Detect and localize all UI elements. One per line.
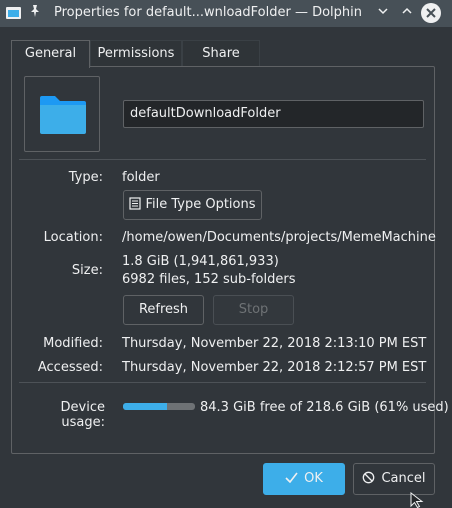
refresh-button[interactable]: Refresh	[123, 295, 204, 325]
accessed-value: Thursday, November 22, 2018 2:12:57 PM E…	[122, 360, 427, 375]
folder-name-input[interactable]: defaultDownloadFolder	[123, 100, 424, 128]
cancel-label: Cancel	[381, 471, 426, 486]
cancel-button[interactable]: Cancel	[353, 463, 435, 495]
stop-button[interactable]: Stop	[213, 295, 294, 325]
maximize-icon[interactable]	[397, 3, 417, 23]
location-value: /home/owen/Documents/projects/MemeMachin…	[122, 230, 436, 245]
tab-permissions[interactable]: Permissions	[90, 40, 182, 66]
separator	[19, 159, 426, 160]
pin-icon[interactable]	[29, 4, 41, 22]
device-usage-value: 84.3 GiB free of 218.6 GiB (61% used)	[200, 400, 449, 415]
location-label: Location:	[43, 230, 103, 245]
type-value: folder	[122, 170, 160, 185]
minimize-icon[interactable]	[373, 3, 393, 23]
file-type-options-label: File Type Options	[145, 197, 256, 212]
device-usage-bar	[123, 403, 195, 410]
dolphin-icon	[6, 7, 21, 19]
accessed-label: Accessed:	[37, 360, 103, 375]
file-type-options-button[interactable]: File Type Options	[123, 190, 262, 220]
type-label: Type:	[68, 170, 103, 185]
mouse-cursor-icon	[410, 492, 424, 508]
size-counts: 6982 files, 152 sub-folders	[122, 272, 296, 287]
document-icon	[129, 197, 142, 210]
folder-icon-button[interactable]	[24, 76, 100, 152]
device-usage-label: Device usage:	[60, 400, 105, 430]
tab-share[interactable]: Share	[182, 40, 260, 66]
close-icon[interactable]	[421, 3, 441, 23]
modified-label: Modified:	[43, 336, 103, 351]
size-value: 1.8 GiB (1,941,861,933)	[122, 254, 279, 269]
tab-general[interactable]: General	[11, 40, 90, 68]
window-title: Properties for default...wnloadFolder — …	[54, 5, 362, 20]
size-label: Size:	[71, 263, 103, 278]
ok-button[interactable]: OK	[263, 463, 345, 495]
checkmark-icon	[285, 472, 298, 484]
separator	[19, 382, 426, 383]
ok-label: OK	[304, 471, 323, 486]
device-usage-fill	[123, 403, 167, 410]
modified-value: Thursday, November 22, 2018 2:13:10 PM E…	[122, 336, 427, 351]
folder-icon	[40, 96, 86, 134]
cancel-icon	[363, 471, 375, 484]
title-bar[interactable]: Properties for default...wnloadFolder — …	[0, 0, 452, 27]
